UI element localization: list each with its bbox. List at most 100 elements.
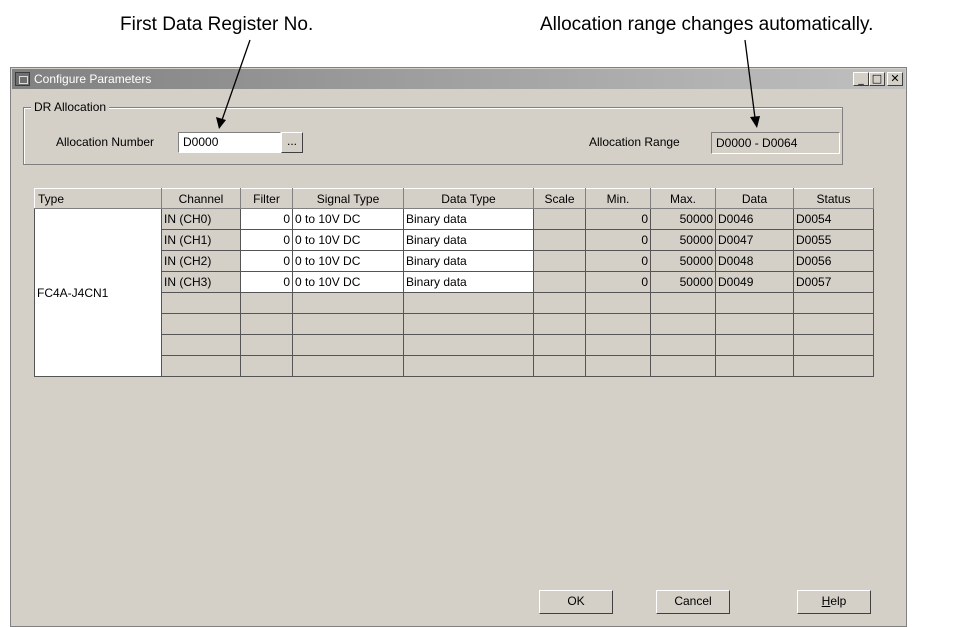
status-cell: D0055 bbox=[793, 229, 874, 251]
header-type[interactable]: Type bbox=[34, 188, 162, 209]
signal-type-cell[interactable]: 0 to 10V DC bbox=[292, 208, 404, 230]
filter-cell[interactable]: 0 bbox=[240, 229, 293, 251]
filter-cell bbox=[240, 334, 293, 356]
data-type-cell bbox=[403, 313, 534, 335]
help-button[interactable]: Help bbox=[797, 590, 871, 614]
dr-allocation-group-label: DR Allocation bbox=[31, 100, 110, 114]
data-cell: D0049 bbox=[715, 271, 794, 293]
status-cell bbox=[793, 334, 874, 356]
channel-cell: IN (CH3) bbox=[161, 271, 241, 293]
scale-cell bbox=[533, 229, 586, 251]
scale-cell bbox=[533, 208, 586, 230]
max-cell: 50000 bbox=[650, 229, 716, 251]
min-cell bbox=[585, 355, 651, 377]
status-cell: D0056 bbox=[793, 250, 874, 272]
parameters-table: Type Channel Filter Signal Type Data Typ… bbox=[34, 188, 874, 377]
channel-cell bbox=[161, 355, 241, 377]
min-cell bbox=[585, 292, 651, 314]
table-header-row: Type Channel Filter Signal Type Data Typ… bbox=[34, 188, 874, 209]
max-cell: 50000 bbox=[650, 271, 716, 293]
header-signal-type[interactable]: Signal Type bbox=[292, 188, 404, 209]
help-label: elp bbox=[830, 594, 847, 608]
channel-cell bbox=[161, 292, 241, 314]
data-type-cell bbox=[403, 334, 534, 356]
signal-type-cell[interactable]: 0 to 10V DC bbox=[292, 271, 404, 293]
data-type-cell[interactable]: Binary data bbox=[403, 229, 534, 251]
title-bar[interactable]: Configure Parameters _ □ ✕ bbox=[12, 69, 905, 89]
max-cell bbox=[650, 292, 716, 314]
data-cell bbox=[715, 292, 794, 314]
app-icon bbox=[15, 72, 30, 86]
header-data-type[interactable]: Data Type bbox=[403, 188, 534, 209]
min-cell bbox=[585, 313, 651, 335]
data-type-cell[interactable]: Binary data bbox=[403, 250, 534, 272]
maximize-button[interactable]: □ bbox=[869, 72, 885, 86]
max-cell bbox=[650, 313, 716, 335]
type-cell[interactable]: FC4A-J4CN1 bbox=[34, 208, 162, 377]
channel-cell bbox=[161, 313, 241, 335]
signal-type-cell bbox=[292, 313, 404, 335]
data-cell: D0047 bbox=[715, 229, 794, 251]
allocation-browse-button[interactable]: ... bbox=[281, 132, 303, 153]
filter-cell[interactable]: 0 bbox=[240, 271, 293, 293]
scale-cell bbox=[533, 292, 586, 314]
allocation-number-label: Allocation Number bbox=[56, 135, 155, 149]
allocation-number-input[interactable]: D0000 bbox=[178, 132, 281, 153]
data-cell: D0048 bbox=[715, 250, 794, 272]
close-button[interactable]: ✕ bbox=[887, 72, 903, 86]
header-data[interactable]: Data bbox=[715, 188, 794, 209]
min-cell: 0 bbox=[585, 208, 651, 230]
status-cell: D0054 bbox=[793, 208, 874, 230]
filter-cell bbox=[240, 355, 293, 377]
max-cell bbox=[650, 355, 716, 377]
filter-cell[interactable]: 0 bbox=[240, 250, 293, 272]
status-cell bbox=[793, 355, 874, 377]
min-cell: 0 bbox=[585, 229, 651, 251]
status-cell bbox=[793, 313, 874, 335]
scale-cell bbox=[533, 271, 586, 293]
allocation-range-value: D0000 - D0064 bbox=[711, 132, 840, 154]
min-cell: 0 bbox=[585, 250, 651, 272]
channel-cell: IN (CH1) bbox=[161, 229, 241, 251]
header-status[interactable]: Status bbox=[793, 188, 874, 209]
status-cell: D0057 bbox=[793, 271, 874, 293]
data-type-cell[interactable]: Binary data bbox=[403, 271, 534, 293]
data-cell: D0046 bbox=[715, 208, 794, 230]
filter-cell bbox=[240, 292, 293, 314]
scale-cell bbox=[533, 313, 586, 335]
header-max[interactable]: Max. bbox=[650, 188, 716, 209]
max-cell bbox=[650, 334, 716, 356]
header-min[interactable]: Min. bbox=[585, 188, 651, 209]
signal-type-cell bbox=[292, 334, 404, 356]
header-scale[interactable]: Scale bbox=[533, 188, 586, 209]
data-type-cell[interactable]: Binary data bbox=[403, 208, 534, 230]
signal-type-cell[interactable]: 0 to 10V DC bbox=[292, 250, 404, 272]
channel-cell: IN (CH2) bbox=[161, 250, 241, 272]
filter-cell[interactable]: 0 bbox=[240, 208, 293, 230]
channel-cell bbox=[161, 334, 241, 356]
minimize-button[interactable]: _ bbox=[853, 72, 869, 86]
header-channel[interactable]: Channel bbox=[161, 188, 241, 209]
table-row: FC4A-J4CN1 IN (CH0) 0 0 to 10V DC Binary… bbox=[34, 208, 874, 377]
min-cell bbox=[585, 334, 651, 356]
header-filter[interactable]: Filter bbox=[240, 188, 293, 209]
cancel-button[interactable]: Cancel bbox=[656, 590, 730, 614]
data-type-cell bbox=[403, 355, 534, 377]
signal-type-cell bbox=[292, 355, 404, 377]
status-cell bbox=[793, 292, 874, 314]
filter-cell bbox=[240, 313, 293, 335]
window-title: Configure Parameters bbox=[34, 72, 152, 86]
allocation-range-label: Allocation Range bbox=[589, 135, 680, 149]
data-cell bbox=[715, 355, 794, 377]
ok-button[interactable]: OK bbox=[539, 590, 613, 614]
configure-parameters-window: Configure Parameters _ □ ✕ DR Allocation… bbox=[10, 67, 907, 627]
annotation-allocation-range: Allocation range changes automatically. bbox=[540, 14, 874, 35]
min-cell: 0 bbox=[585, 271, 651, 293]
signal-type-cell[interactable]: 0 to 10V DC bbox=[292, 229, 404, 251]
max-cell: 50000 bbox=[650, 250, 716, 272]
max-cell: 50000 bbox=[650, 208, 716, 230]
channel-cell: IN (CH0) bbox=[161, 208, 241, 230]
scale-cell bbox=[533, 334, 586, 356]
scale-cell bbox=[533, 250, 586, 272]
signal-type-cell bbox=[292, 292, 404, 314]
